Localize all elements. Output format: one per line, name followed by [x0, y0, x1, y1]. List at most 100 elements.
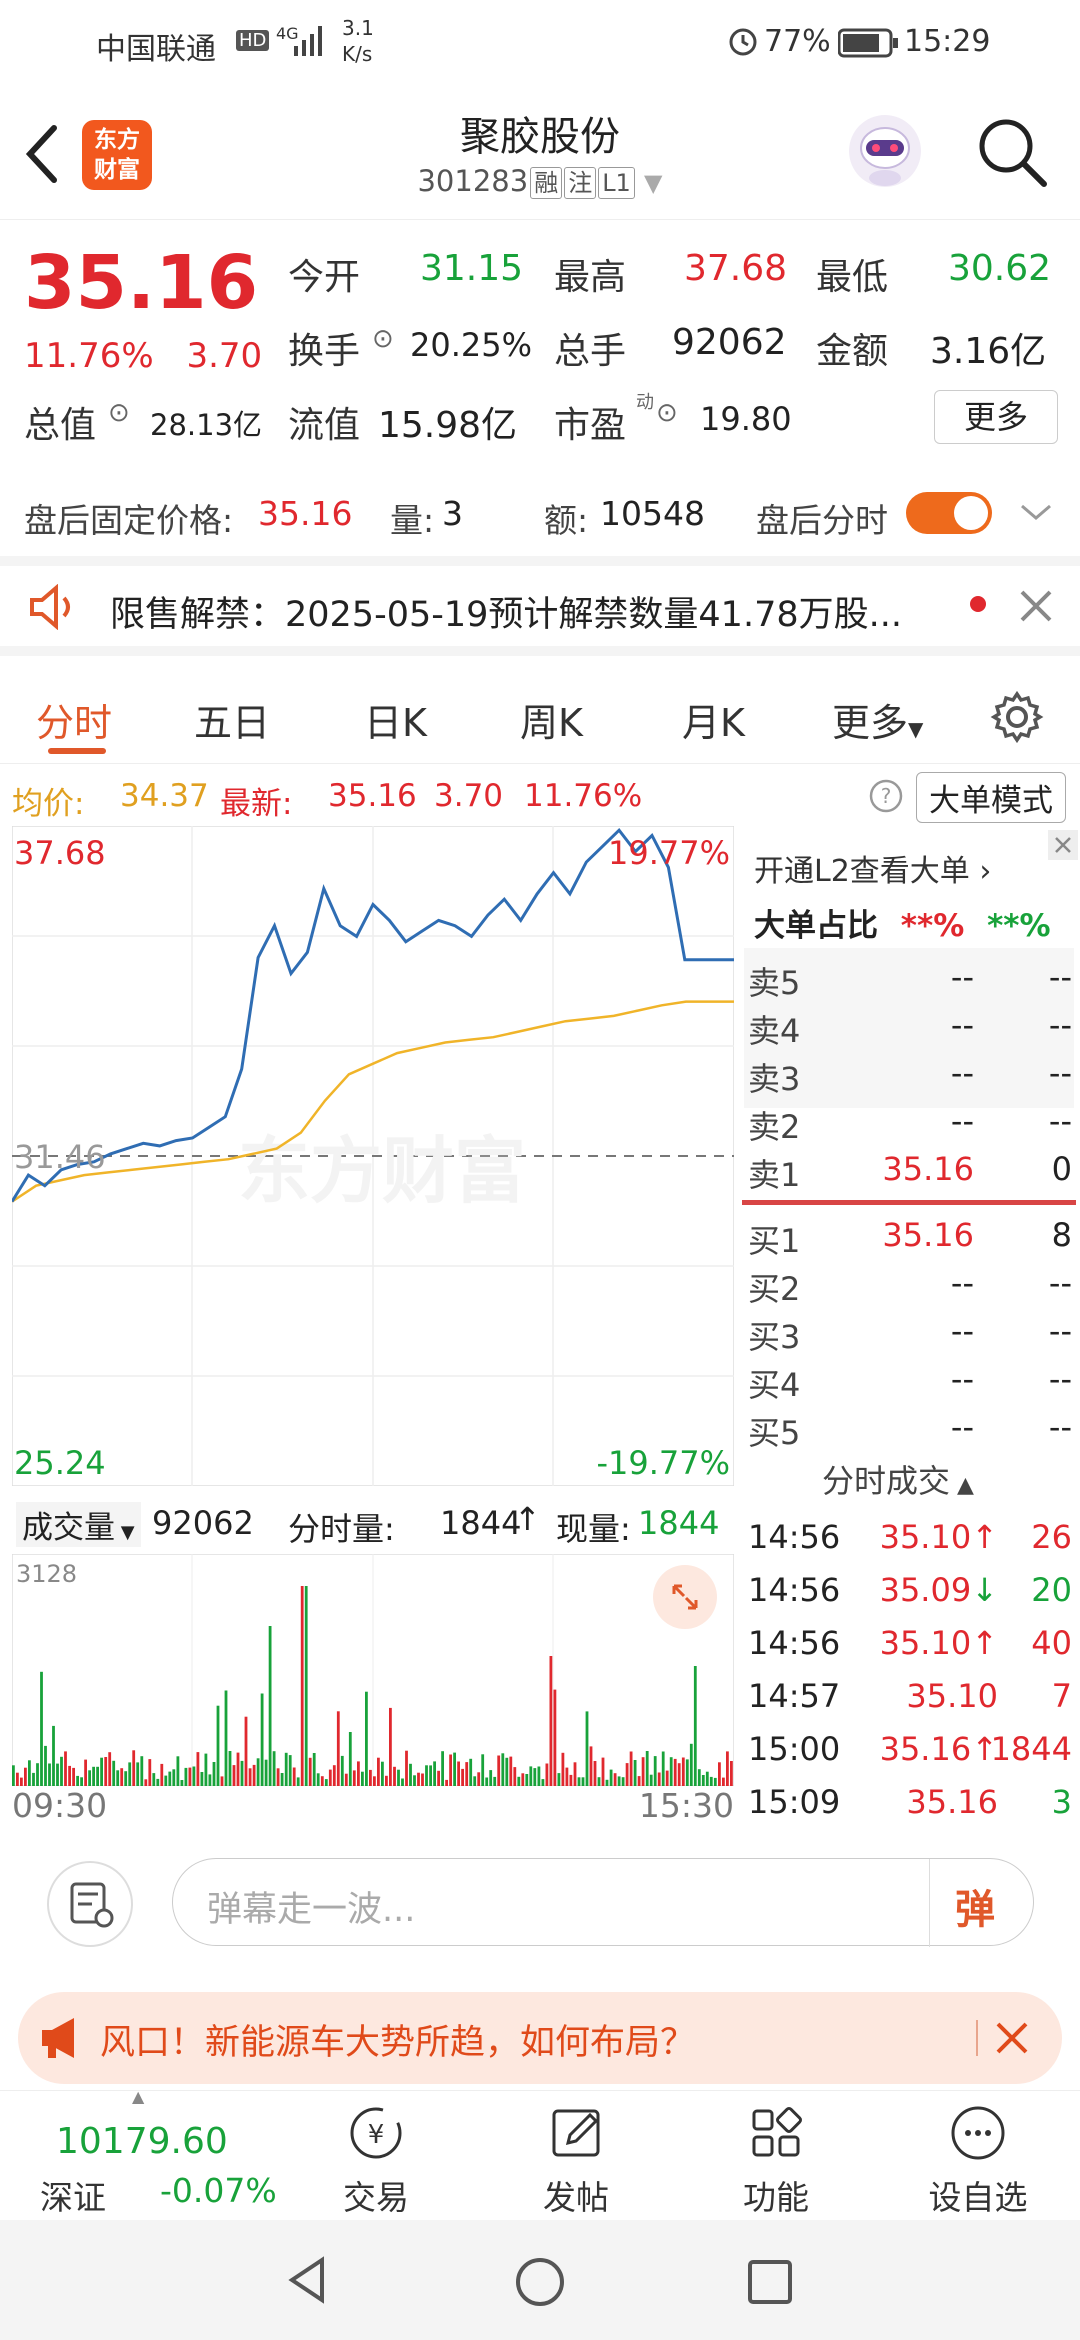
sell-price: --: [950, 1102, 974, 1140]
tick-volume: 40: [1031, 1624, 1072, 1662]
back-arrow-icon[interactable]: [22, 122, 62, 186]
logo-text-bottom: 财富: [94, 157, 140, 183]
danmu-send-button[interactable]: 弹: [955, 1877, 995, 1935]
tick-price-value: 35.10: [879, 1518, 972, 1556]
tick-price: 35.10: [906, 1677, 998, 1715]
close-icon[interactable]: [1018, 588, 1054, 624]
info-icon[interactable]: ⊙: [372, 324, 394, 354]
tick-price-value: 35.09: [879, 1571, 972, 1609]
caret-down-icon[interactable]: ▼: [644, 169, 662, 197]
tick-price-value: 35.10: [906, 1677, 998, 1715]
pct-max-label: 19.77%: [608, 834, 730, 872]
volume-total: 92062: [152, 1504, 254, 1542]
quote-panel: 35.16 11.76% 3.70 今开 31.15 最高 37.68 最低 3…: [0, 220, 1080, 460]
expand-icon[interactable]: [652, 1564, 718, 1630]
tick-time: 14:56: [748, 1571, 841, 1609]
tick-price: 35.10↑: [880, 1624, 998, 1662]
tick-row: 14:57 35.10 7: [744, 1671, 1078, 1719]
volume-label: 成交量: [22, 1510, 115, 1546]
sell-volume: --: [1048, 958, 1072, 996]
turnover-value: 20.25%: [410, 326, 533, 364]
pct-min-label: -19.77%: [596, 1444, 730, 1482]
open-l2-link[interactable]: 开通L2查看大单 ›: [754, 846, 991, 890]
battery-icon: [838, 28, 898, 58]
app-logo[interactable]: 东方 财富: [82, 120, 152, 190]
nav-functions[interactable]: 功能: [706, 2103, 846, 2219]
nav-trade[interactable]: ¥ 交易: [306, 2103, 446, 2219]
buy-volume: --: [1048, 1360, 1072, 1398]
active-tab-indicator: [48, 748, 106, 754]
recents-square-icon[interactable]: [744, 2256, 796, 2308]
chevron-right-icon: ›: [969, 854, 992, 889]
tick-time: 15:09: [748, 1783, 841, 1821]
float-value: 15.98亿: [378, 405, 518, 446]
net-speed-unit: K/s: [342, 42, 373, 66]
edit-icon: [552, 2109, 600, 2157]
tab-daily-k[interactable]: 日K: [364, 692, 427, 747]
tab-intraday[interactable]: 分时: [36, 692, 112, 747]
tick-time: 15:00: [748, 1730, 841, 1768]
volume-bar: [244, 1716, 248, 1786]
close-icon[interactable]: [994, 2020, 1030, 2056]
volume-chart[interactable]: 3128: [11, 1553, 735, 1787]
megaphone-icon: [42, 2018, 74, 2058]
tab-monthly-k[interactable]: 月K: [682, 692, 745, 747]
tick-row: 15:09 35.16 3: [744, 1777, 1078, 1825]
sell-level-label: 卖2: [748, 1108, 801, 1146]
nav-trade-label: 交易: [343, 2178, 409, 2217]
current-vol-label: 现量:: [556, 1510, 631, 1548]
sell-price: --: [950, 1054, 974, 1092]
big-order-mode-button[interactable]: 大单模式: [916, 772, 1066, 823]
index-value[interactable]: 10179.60: [56, 2121, 228, 2162]
svg-text:¥: ¥: [368, 2120, 385, 2150]
info-icon[interactable]: ⊙: [108, 398, 130, 428]
promo-banner[interactable]: 风口！新能源车大势所趋，如何布局？: [18, 1992, 1062, 2084]
gear-icon[interactable]: [990, 690, 1044, 744]
close-icon[interactable]: [1048, 830, 1078, 860]
promo-text: 风口！新能源车大势所趋，如何布局？: [100, 2023, 696, 2063]
high-value: 37.68: [684, 248, 788, 289]
caret-down-icon: ▼: [115, 1522, 135, 1543]
nav-add-watchlist[interactable]: 设自选: [908, 2103, 1048, 2219]
latest-change: 3.70: [434, 778, 504, 814]
danmu-settings-icon[interactable]: [46, 1860, 134, 1948]
y-max-label: 37.68: [14, 834, 106, 872]
tick-price-value: 35.10: [879, 1624, 972, 1662]
volume-bar: [336, 1711, 340, 1786]
tab-5day[interactable]: 五日: [194, 692, 270, 747]
search-icon[interactable]: [974, 114, 1050, 190]
hd-badge: HD: [236, 30, 270, 51]
danmu-input[interactable]: 弹幕走一波... 弹: [172, 1858, 1034, 1947]
registration-tag: 注: [564, 167, 597, 199]
volume-selector[interactable]: 成交量 ▼: [16, 1502, 141, 1547]
chart-tabs: 分时 五日 日K 周K 月K 更多▼: [0, 672, 1080, 764]
chevron-down-icon[interactable]: [1018, 500, 1054, 524]
info-icon[interactable]: ⊙: [656, 398, 678, 428]
intraday-chart[interactable]: 东方财富 37.68 31.46 25.24 19.77% -19.77%: [10, 825, 735, 1487]
latest-price: 35.16: [328, 778, 417, 814]
ticks-title: 分时成交: [822, 1462, 951, 1500]
ratio-red-value: **%: [900, 908, 965, 944]
help-icon[interactable]: ?: [868, 778, 904, 814]
nav-post[interactable]: 发帖: [506, 2103, 646, 2219]
tab-weekly-k[interactable]: 周K: [520, 692, 583, 747]
volume-bar: [389, 1707, 392, 1786]
notice-bar[interactable]: 限售解禁：2025-05-19预计解禁数量41.78万股...: [0, 556, 1080, 656]
back-triangle-icon[interactable]: [282, 2254, 334, 2306]
stock-subline[interactable]: 301283 融注 L1 ▼: [340, 164, 740, 199]
volume-bar: [52, 1725, 55, 1786]
more-button[interactable]: 更多: [934, 390, 1058, 444]
volume-bar: [365, 1691, 368, 1786]
after-hours-toggle[interactable]: [906, 492, 992, 534]
tab-more[interactable]: 更多▼: [832, 692, 923, 747]
robot-assistant-icon[interactable]: [842, 108, 928, 194]
home-circle-icon[interactable]: [512, 2254, 568, 2310]
buy-level-label: 买3: [748, 1318, 801, 1356]
latest-percent: 11.76%: [524, 778, 643, 814]
mktcap-label: 总值: [24, 405, 97, 446]
buy-volume: --: [1048, 1408, 1072, 1446]
ticks-header[interactable]: 分时成交 ▲: [822, 1456, 974, 1502]
tick-volume: 1844: [990, 1730, 1072, 1768]
bottom-nav: ▲ 10179.60 深证 -0.07% ¥ 交易 发帖 功能 设自选: [0, 2087, 1080, 2220]
volume-max-label: 3128: [16, 1560, 77, 1588]
